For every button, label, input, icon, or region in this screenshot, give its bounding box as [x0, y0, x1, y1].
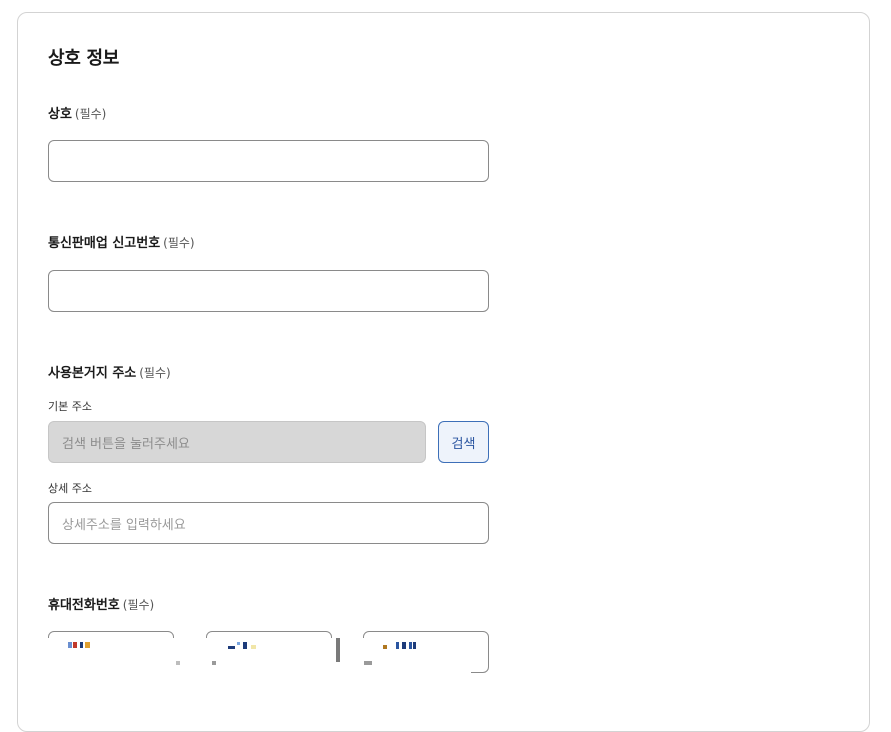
mail-order-number-label-text: 통신판매업 신고번호 — [48, 236, 161, 251]
artifact-pixel — [402, 642, 406, 649]
artifact-pixel — [251, 645, 256, 649]
address-label: 사용본거지 주소 (필수) — [48, 362, 171, 381]
address-label-text: 사용본거지 주소 — [48, 366, 137, 381]
required-tag: (필수) — [139, 366, 171, 380]
business-name-input[interactable] — [48, 140, 489, 182]
artifact-pixel — [409, 642, 412, 649]
artifact-pixel — [176, 661, 180, 665]
artifact-pixel — [80, 642, 83, 648]
artifact-pixel — [73, 642, 77, 648]
detail-address-placeholder: 상세주소를 입력하세요 — [62, 517, 186, 533]
artifact-pixel — [68, 642, 72, 648]
artifact-pixel — [228, 646, 235, 649]
required-tag: (필수) — [163, 236, 195, 250]
detail-address-label: 상세 주소 — [48, 482, 92, 495]
artifact-pixel — [85, 642, 90, 648]
address-search-button[interactable]: 검색 — [438, 421, 489, 463]
phone-label-text: 휴대전화번호 — [48, 598, 120, 613]
artifact-pixel — [413, 642, 416, 649]
required-tag: (필수) — [122, 598, 155, 612]
artifact-pixel — [237, 642, 240, 645]
phone-label: 휴대전화번호 (필수) — [48, 594, 154, 613]
required-tag: (필수) — [74, 107, 107, 121]
section-title: 상호 정보 — [48, 48, 120, 69]
basic-address-label: 기본 주소 — [48, 400, 92, 413]
render-artifact-mask-1 — [46, 638, 176, 678]
artifact-pixel — [243, 642, 247, 649]
business-name-label-text: 상호 — [48, 107, 72, 122]
artifact-bar — [336, 638, 340, 662]
mail-order-number-label: 통신판매업 신고번호 (필수) — [48, 232, 195, 251]
render-artifact-mask-3 — [361, 638, 471, 678]
business-name-label: 상호 (필수) — [48, 103, 106, 122]
artifact-pixel — [396, 642, 399, 649]
artifact-pixel — [364, 661, 372, 665]
detail-address-input[interactable]: 상세주소를 입력하세요 — [48, 502, 489, 544]
mail-order-number-input[interactable] — [48, 270, 489, 312]
render-artifact-mask-2 — [204, 638, 334, 678]
artifact-pixel — [212, 661, 216, 665]
basic-address-placeholder: 검색 버튼을 눌러주세요 — [62, 436, 190, 452]
basic-address-input[interactable]: 검색 버튼을 눌러주세요 — [48, 421, 426, 463]
artifact-pixel — [383, 645, 387, 649]
